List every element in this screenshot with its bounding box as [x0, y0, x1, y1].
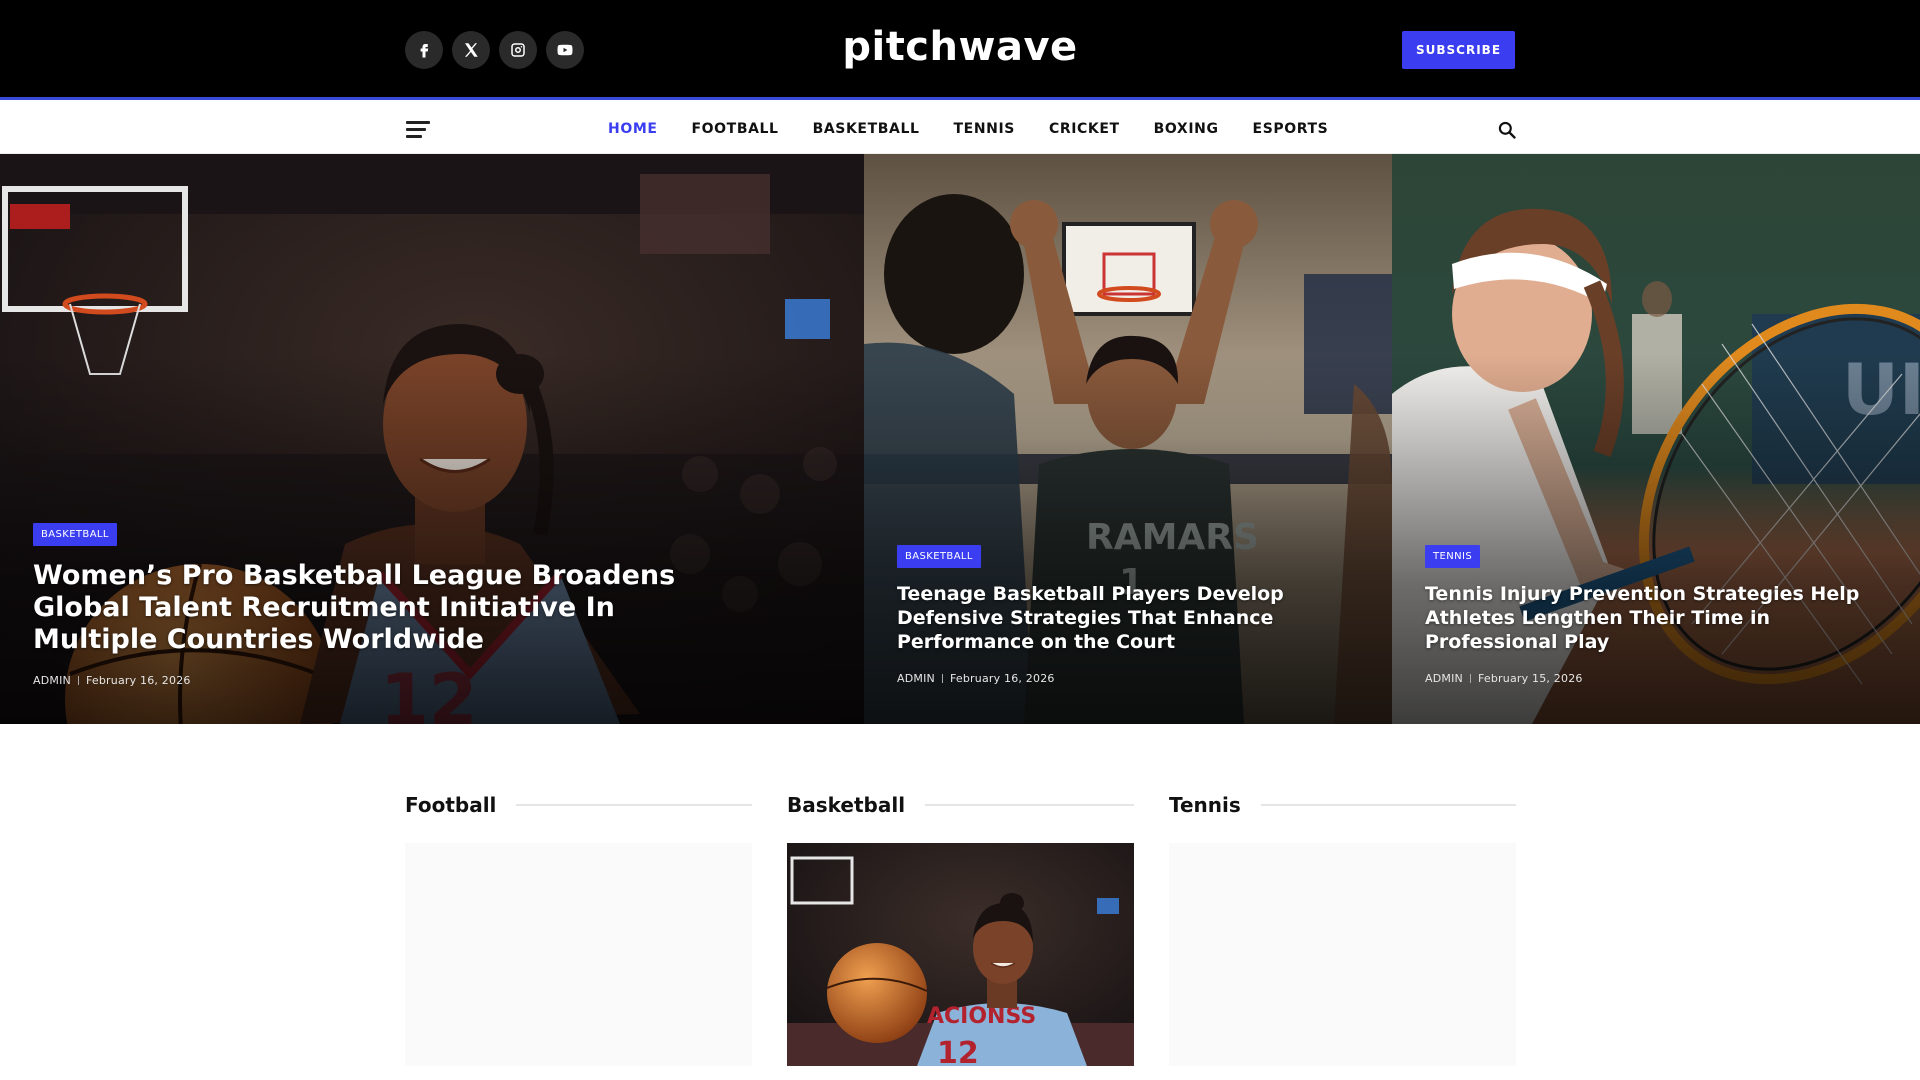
menu-icon[interactable] [406, 121, 430, 138]
post-title[interactable]: Women’s Pro Basketball League Broadens G… [33, 560, 713, 656]
post-date: February 16, 2026 [85, 674, 191, 687]
post-thumbnail-placeholder[interactable] [1169, 843, 1516, 1066]
nav-item-boxing[interactable]: BOXING [1154, 121, 1219, 137]
social-links [405, 31, 584, 69]
section-title[interactable]: Basketball [787, 793, 905, 817]
nav-item-cricket[interactable]: CRICKET [1049, 121, 1120, 137]
post-author[interactable]: ADMIN [33, 674, 71, 687]
divider [516, 804, 752, 806]
site-header: pitchwave SUBSCRIBE [0, 0, 1920, 100]
post-author[interactable]: ADMIN [897, 672, 935, 685]
post-meta: ADMIN February 16, 2026 [897, 672, 1352, 685]
category-badge[interactable]: BASKETBALL [33, 523, 117, 546]
svg-text:ACIONSS: ACIONSS [927, 1004, 1036, 1029]
featured-post-caption: BASKETBALL Women’s Pro Basketball League… [33, 522, 824, 687]
subscribe-button[interactable]: SUBSCRIBE [1402, 31, 1515, 69]
svg-text:12: 12 [937, 1036, 979, 1066]
post-date: February 15, 2026 [1477, 672, 1583, 685]
featured-post-2[interactable]: RAMARS 1 BASKETBALL Teenage Basketball P… [864, 154, 1392, 724]
featured-post-1[interactable]: 12 BASKETBALL Women’s Pro Basketball Lea… [0, 154, 864, 724]
section-title[interactable]: Football [405, 793, 496, 817]
post-title[interactable]: Teenage Basketball Players Develop Defen… [897, 582, 1352, 654]
basketball-player-thumbnail: ACIONSS 12 [787, 843, 1134, 1066]
post-title[interactable]: Tennis Injury Prevention Strategies Help… [1425, 582, 1880, 654]
nav-item-esports[interactable]: ESPORTS [1253, 121, 1329, 137]
category-badge[interactable]: TENNIS [1425, 545, 1481, 568]
post-thumbnail[interactable]: ACIONSS 12 [787, 843, 1134, 1066]
featured-post-caption: TENNIS Tennis Injury Prevention Strategi… [1425, 544, 1880, 685]
post-date: February 16, 2026 [949, 672, 1055, 685]
category-sections: Football Basketball ACIONSS 12 Tennis [405, 790, 1516, 1066]
youtube-icon[interactable] [546, 31, 584, 69]
post-meta: ADMIN February 16, 2026 [33, 674, 824, 687]
section-basketball: Basketball ACIONSS 12 [787, 790, 1134, 1066]
main-nav: HOME FOOTBALL BASKETBALL TENNIS CRICKET … [0, 103, 1920, 154]
site-logo[interactable]: pitchwave [842, 24, 1077, 70]
nav-item-home[interactable]: HOME [608, 121, 658, 137]
facebook-icon[interactable] [405, 31, 443, 69]
section-title[interactable]: Tennis [1169, 793, 1241, 817]
nav-item-basketball[interactable]: BASKETBALL [813, 121, 920, 137]
featured-post-3[interactable]: UI [1392, 154, 1920, 724]
section-football: Football [405, 790, 752, 1066]
search-icon[interactable] [1497, 120, 1517, 140]
divider [925, 804, 1134, 806]
nav-item-football[interactable]: FOOTBALL [692, 121, 779, 137]
category-badge[interactable]: BASKETBALL [897, 545, 981, 568]
x-icon[interactable] [452, 31, 490, 69]
featured-grid: 12 BASKETBALL Women’s Pro Basketball Lea… [0, 154, 1920, 724]
section-tennis: Tennis [1169, 790, 1516, 1066]
featured-post-caption: BASKETBALL Teenage Basketball Players De… [897, 544, 1352, 685]
post-thumbnail-placeholder[interactable] [405, 843, 752, 1066]
nav-menu: HOME FOOTBALL BASKETBALL TENNIS CRICKET … [608, 103, 1362, 154]
nav-item-tennis[interactable]: TENNIS [954, 121, 1015, 137]
divider [1260, 804, 1516, 806]
post-meta: ADMIN February 15, 2026 [1425, 672, 1880, 685]
post-author[interactable]: ADMIN [1425, 672, 1463, 685]
instagram-icon[interactable] [499, 31, 537, 69]
